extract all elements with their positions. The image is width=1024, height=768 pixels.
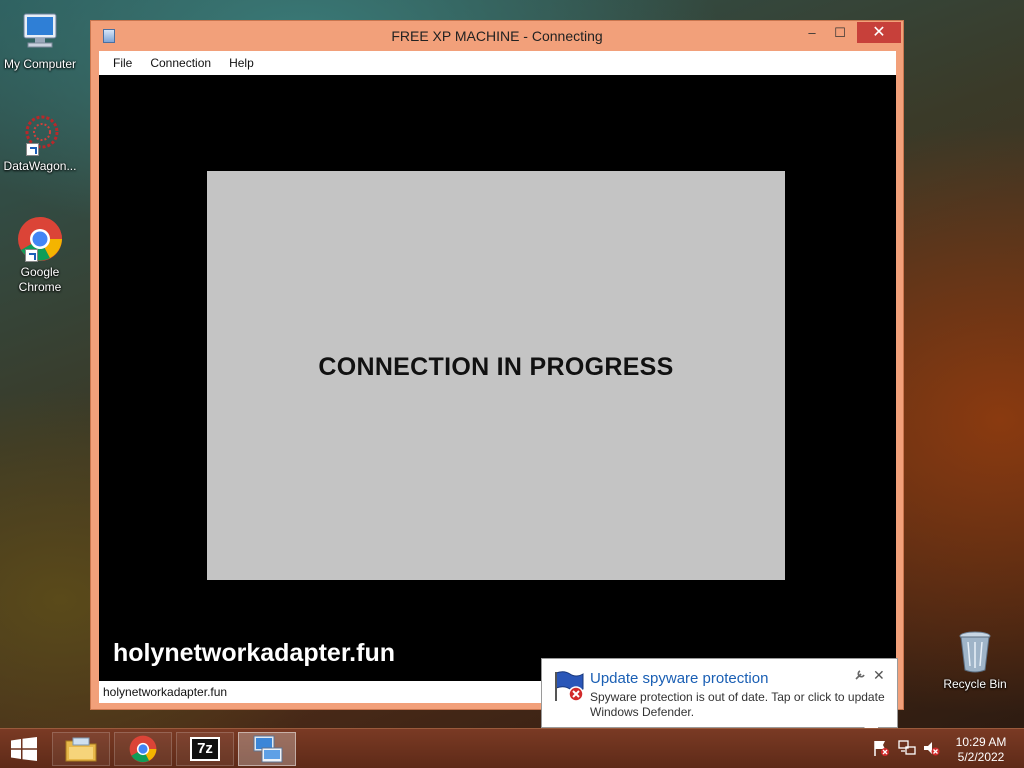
connection-message: CONNECTION IN PROGRESS [318,353,674,381]
remote-viewport[interactable]: CONNECTION IN PROGRESS holynetworkadapte… [99,75,896,681]
app-window: FREE XP MACHINE - Connecting – ☐ ✕ File … [90,20,904,710]
chrome-icon [17,216,63,262]
notification-title: Update spyware protection [590,670,769,687]
datawagon-icon [18,112,62,156]
taskbar-remote-connection[interactable] [238,732,296,766]
desktop-icon-my-computer[interactable]: My Computer [0,10,80,72]
network-icon[interactable] [898,739,916,760]
window-title: FREE XP MACHINE - Connecting [391,28,603,44]
desktop-icon-datawagon[interactable]: DataWagon... [0,112,80,174]
desktop-icon-label: Google Chrome [18,265,62,294]
close-button[interactable]: ✕ [857,22,901,43]
connection-panel: CONNECTION IN PROGRESS [207,171,785,580]
defender-flag-icon [552,669,586,703]
desktop-icon-label: My Computer [3,57,77,71]
menu-file[interactable]: File [113,56,132,70]
desktop-icon-label: Recycle Bin [943,677,1007,691]
status-text: holynetworkadapter.fun [103,685,228,699]
taskbar-file-explorer[interactable] [52,732,110,766]
recycle-bin-icon [955,630,995,674]
notification-settings-icon[interactable] [854,669,866,684]
menu-bar: File Connection Help [99,51,896,75]
notification-close-button[interactable]: ✕ [873,667,885,684]
volume-muted-icon[interactable] [922,739,940,760]
start-button[interactable] [10,737,38,761]
desktop-icon-google-chrome[interactable]: Google Chrome [0,216,80,295]
taskbar: 7z 10:29 AM 5/2/2022 [0,728,1024,768]
folder-icon [65,737,97,762]
chrome-icon [129,735,157,763]
clock-date: 5/2/2022 [957,750,1005,764]
shortcut-arrow-icon [25,249,38,262]
notification-balloon[interactable]: Update spyware protection Spyware protec… [541,658,898,741]
network-computer-icon [253,735,283,763]
windows-logo-icon [11,737,37,761]
shortcut-arrow-icon [26,143,39,156]
title-bar[interactable]: FREE XP MACHINE - Connecting – ☐ ✕ [91,21,903,51]
computer-icon [18,10,62,54]
action-center-icon[interactable] [872,739,890,760]
desktop-icon-recycle-bin[interactable]: Recycle Bin [935,630,1015,692]
viewport-watermark: holynetworkadapter.fun [113,639,395,667]
taskbar-google-chrome[interactable] [114,732,172,766]
notification-body: Spyware protection is out of date. Tap o… [590,690,885,719]
minimize-button[interactable]: – [799,22,825,43]
menu-connection[interactable]: Connection [150,56,211,70]
maximize-button[interactable]: ☐ [827,22,853,43]
taskbar-7zip[interactable]: 7z [176,732,234,766]
system-clock[interactable]: 10:29 AM 5/2/2022 [946,735,1016,765]
clock-time: 10:29 AM [955,735,1007,749]
desktop-icon-label: DataWagon... [3,159,77,173]
menu-help[interactable]: Help [229,56,254,70]
7zip-icon: 7z [190,737,220,761]
